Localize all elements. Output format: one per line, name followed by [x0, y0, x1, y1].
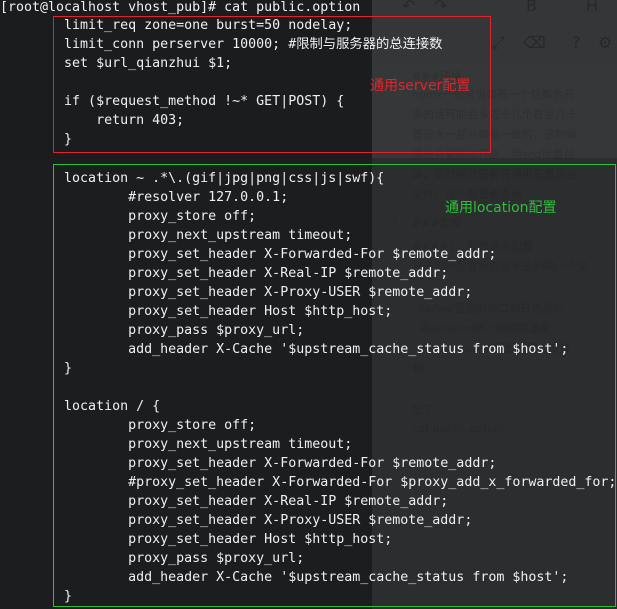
terminal-window[interactable]: [root@localhost vhost_pub]# cat public.o… [0, 0, 617, 609]
location-config-label: 通用location配置 [445, 200, 557, 216]
location-config-highlight-box [53, 164, 616, 607]
server-config-label: 通用server配置 [370, 78, 471, 94]
shell-prompt-line: [root@localhost vhost_pub]# cat public.o… [0, 0, 361, 15]
